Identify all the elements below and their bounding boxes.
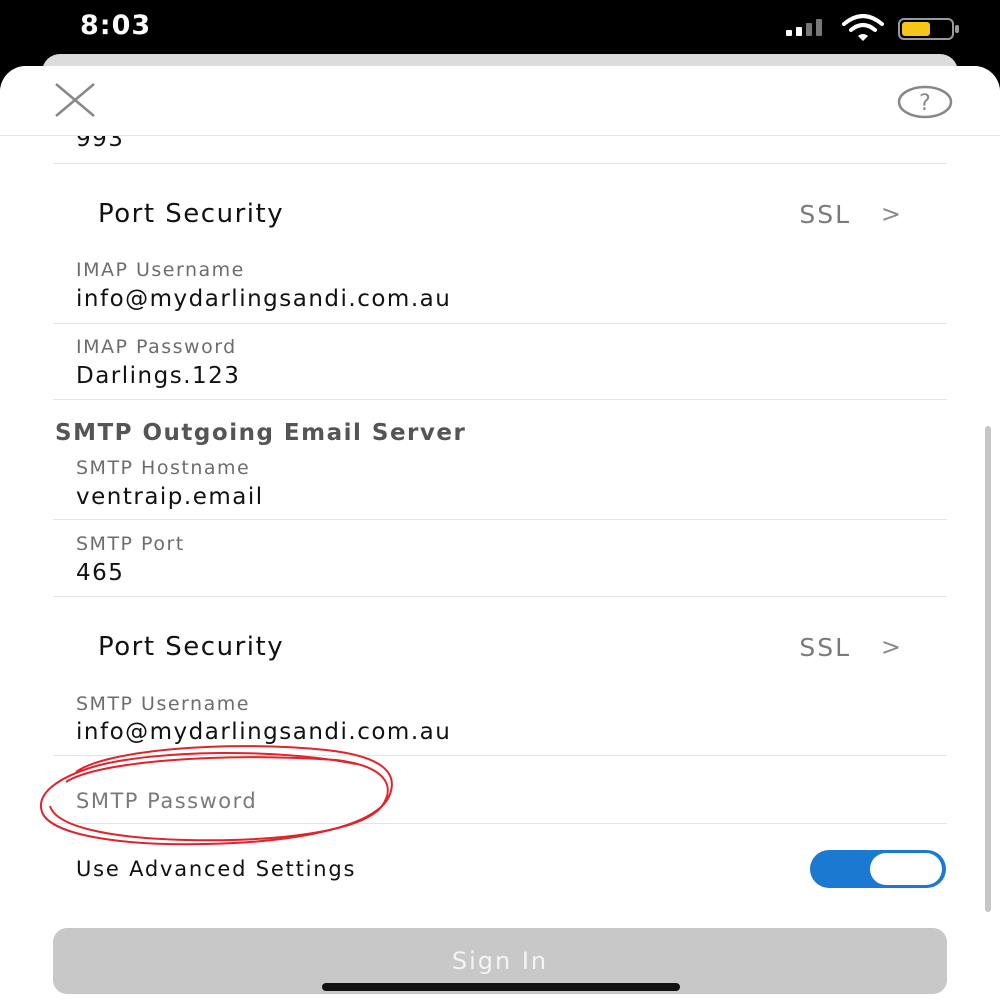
imap-username-field[interactable]: IMAP Username info@mydarlingsandi.com.au	[53, 246, 947, 324]
imap-username-label: IMAP Username	[76, 259, 245, 281]
smtp-port-label: SMTP Port	[76, 533, 185, 555]
status-bar: 8:03	[0, 0, 1000, 60]
svg-text:?: ?	[919, 91, 931, 116]
smtp-username-field[interactable]: SMTP Username info@mydarlingsandi.com.au	[53, 681, 947, 756]
smtp-port-security-label: Port Security	[98, 632, 285, 662]
help-circle-icon[interactable]: ?	[896, 84, 954, 120]
imap-password-value[interactable]: Darlings.123	[76, 363, 240, 389]
imap-password-field[interactable]: IMAP Password Darlings.123	[53, 324, 947, 400]
smtp-port-value[interactable]: 465	[76, 560, 124, 586]
imap-port-security-value: SSL	[799, 200, 851, 229]
smtp-port-security-row[interactable]: Port Security SSL >	[53, 597, 947, 681]
status-time: 8:03	[80, 10, 152, 41]
home-indicator	[322, 983, 680, 991]
chevron-right-icon: >	[880, 633, 901, 661]
settings-form: 993 Port Security SSL > IMAP Username in…	[0, 66, 1000, 1000]
sheet-header: ?	[0, 66, 1000, 136]
cellular-signal-icon	[786, 19, 822, 36]
wifi-icon	[842, 14, 884, 41]
advanced-settings-label: Use Advanced Settings	[76, 857, 357, 881]
imap-username-value[interactable]: info@mydarlingsandi.com.au	[76, 286, 451, 312]
advanced-settings-toggle[interactable]	[810, 850, 946, 888]
smtp-hostname-field[interactable]: SMTP Hostname ventraip.email	[53, 452, 947, 520]
smtp-password-placeholder[interactable]: SMTP Password	[76, 789, 257, 813]
chevron-right-icon: >	[880, 200, 901, 228]
smtp-username-label: SMTP Username	[76, 693, 250, 715]
smtp-section-title: SMTP Outgoing Email Server	[55, 420, 467, 446]
toggle-knob	[870, 853, 942, 885]
imap-password-label: IMAP Password	[76, 336, 237, 358]
close-icon[interactable]	[50, 80, 100, 120]
smtp-hostname-label: SMTP Hostname	[76, 457, 251, 479]
smtp-port-field[interactable]: SMTP Port 465	[53, 520, 947, 597]
imap-port-security-label: Port Security	[98, 199, 285, 229]
account-settings-sheet: ? 993 Port Security SSL > IMAP Username …	[0, 66, 1000, 1000]
battery-icon	[898, 18, 959, 40]
smtp-hostname-value[interactable]: ventraip.email	[76, 484, 264, 510]
smtp-username-value[interactable]: info@mydarlingsandi.com.au	[76, 719, 451, 745]
scrollbar[interactable]	[985, 426, 991, 912]
smtp-port-security-value: SSL	[799, 633, 851, 662]
smtp-password-field[interactable]: SMTP Password	[53, 756, 947, 824]
